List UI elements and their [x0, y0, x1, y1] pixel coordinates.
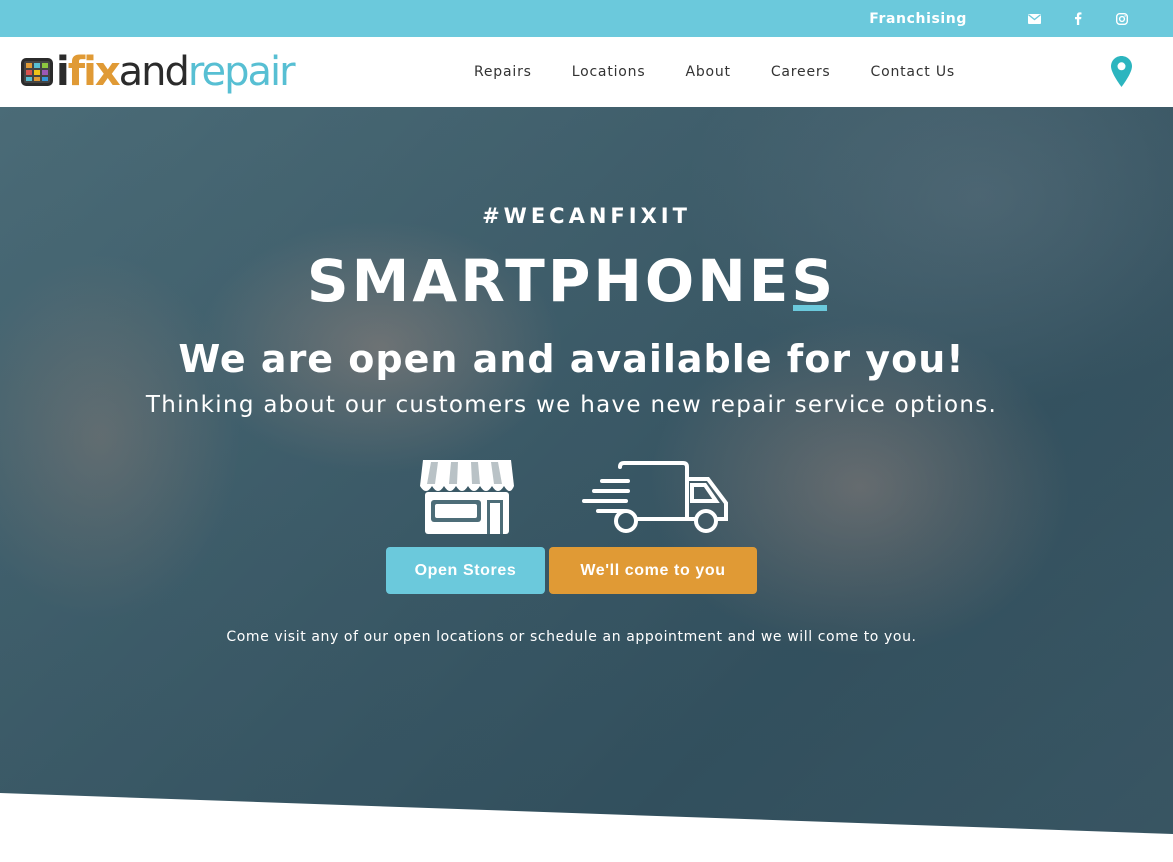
nav-repairs[interactable]: Repairs: [474, 64, 532, 80]
logo-and: and: [118, 49, 190, 95]
envelope-icon[interactable]: [1027, 12, 1041, 26]
franchising-link[interactable]: Franchising: [869, 11, 967, 27]
logo-fix: fix: [67, 49, 121, 95]
come-to-you-button[interactable]: We'll come to you: [549, 547, 757, 594]
hero-subline: Thinking about our customers we have new…: [145, 392, 998, 418]
logo[interactable]: i fix and repair: [20, 49, 296, 95]
phone-grid-icon: [21, 58, 53, 86]
hero-tagline: #WECANFIXIT: [482, 204, 691, 228]
nav-contact-us[interactable]: Contact Us: [871, 64, 955, 80]
hero-section: #WECANFIXIT SMARTPHONES We are open and …: [0, 107, 1173, 862]
instagram-icon[interactable]: [1115, 12, 1129, 26]
open-stores-button[interactable]: Open Stores: [386, 547, 545, 594]
site-header: i fix and repair Repairs Locations About Ca…: [0, 37, 1173, 107]
hero-headline: SMARTPHONES: [306, 247, 837, 315]
nav-about[interactable]: About: [685, 64, 730, 80]
hero-subhead: We are open and available for you!: [178, 337, 965, 381]
storefront-icon: [420, 460, 514, 534]
top-bar: Franchising: [0, 0, 1173, 37]
facebook-icon[interactable]: [1071, 12, 1085, 26]
hero-note: Come visit any of our open locations or …: [226, 629, 917, 645]
main-nav: Repairs Locations About Careers Contact …: [474, 37, 995, 107]
logo-i: i: [56, 49, 70, 95]
logo-repair: repair: [187, 49, 296, 95]
map-pin-icon[interactable]: [1111, 56, 1132, 87]
nav-careers[interactable]: Careers: [771, 64, 831, 80]
delivery-truck-icon: [582, 461, 728, 533]
nav-locations[interactable]: Locations: [572, 64, 646, 80]
typing-cursor: [793, 305, 827, 311]
